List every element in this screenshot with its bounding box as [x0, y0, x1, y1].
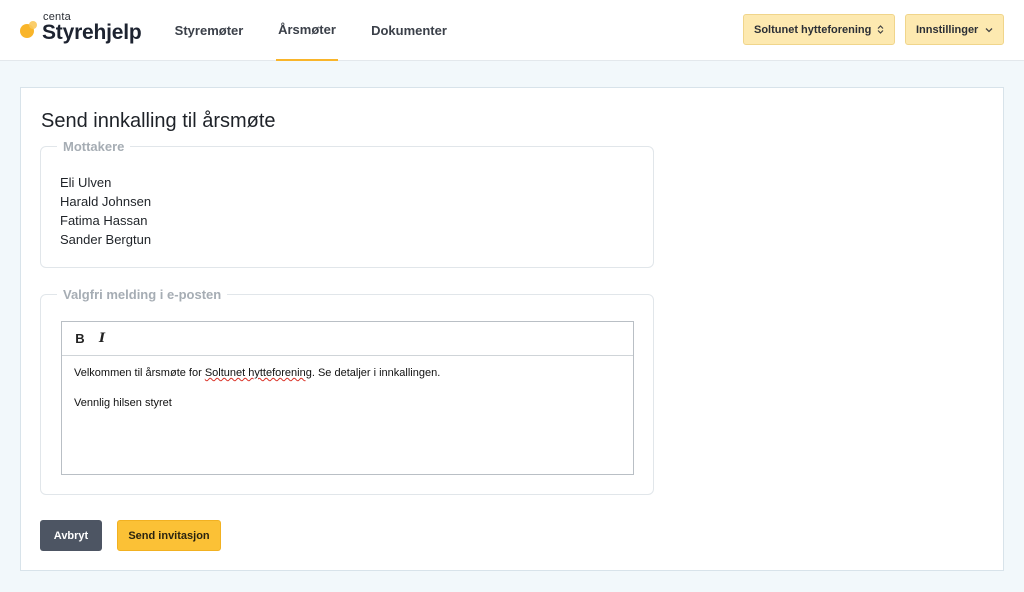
message-editor[interactable]: B I Velkommen til årsmøte for Soltunet h… [61, 321, 634, 475]
settings-button[interactable]: Innstillinger [905, 14, 1004, 45]
recipient-name: Harald Johnsen [60, 194, 152, 209]
nav-arsmoter[interactable]: Årsmøter [276, 0, 338, 61]
settings-label: Innstillinger [916, 23, 979, 36]
message-text: Velkommen til årsmøte for [74, 367, 205, 379]
centa-styrehjelp-logo[interactable]: centa Styrehjelp [20, 10, 145, 50]
recipients-legend: Mottakere [57, 139, 131, 154]
chevron-down-icon [985, 26, 993, 34]
recipient-name: Sander Bergtun [60, 232, 152, 247]
logo-brand-name: Styrehjelp [42, 21, 142, 44]
message-text-area[interactable]: Velkommen til årsmøte for Soltunet hytte… [74, 366, 614, 426]
italic-button[interactable]: I [95, 331, 109, 346]
cancel-button[interactable]: Avbryt [40, 520, 102, 551]
message-line-1: Velkommen til årsmøte for Soltunet hytte… [74, 366, 614, 380]
recipients-section: Mottakere Eli Ulven Harald Johnsen Fatim… [40, 139, 654, 268]
message-legend: Valgfri melding i e-posten [57, 287, 228, 302]
logo-dot-icon [29, 21, 37, 29]
organization-selector-label: Soltunet hytteforening [754, 23, 872, 36]
nav-styremoter[interactable]: Styremøter [170, 0, 248, 61]
send-invitation-button[interactable]: Send invitasjon [117, 520, 221, 551]
invitation-card: Send innkalling til årsmøte Mottakere El… [20, 87, 1004, 571]
message-text: . Se detaljer i innkallingen. [311, 367, 441, 379]
bold-button[interactable]: B [73, 331, 87, 346]
top-navigation-bar: centa Styrehjelp Styremøter Årsmøter Dok… [0, 0, 1024, 61]
nav-dokumenter[interactable]: Dokumenter [368, 0, 450, 61]
recipient-name: Fatima Hassan [60, 213, 148, 228]
message-line-2: Vennlig hilsen styret [74, 397, 172, 409]
page-title: Send innkalling til årsmøte [41, 110, 276, 132]
spellcheck-underlined-text: Soltunet hytteforening [204, 367, 312, 379]
message-section: Valgfri melding i e-posten B I Velkommen… [40, 287, 654, 495]
editor-toolbar: B I [62, 322, 633, 356]
organization-selector-button[interactable]: Soltunet hytteforening [743, 14, 895, 45]
chevron-up-down-icon [877, 24, 884, 35]
recipient-name: Eli Ulven [60, 175, 112, 190]
